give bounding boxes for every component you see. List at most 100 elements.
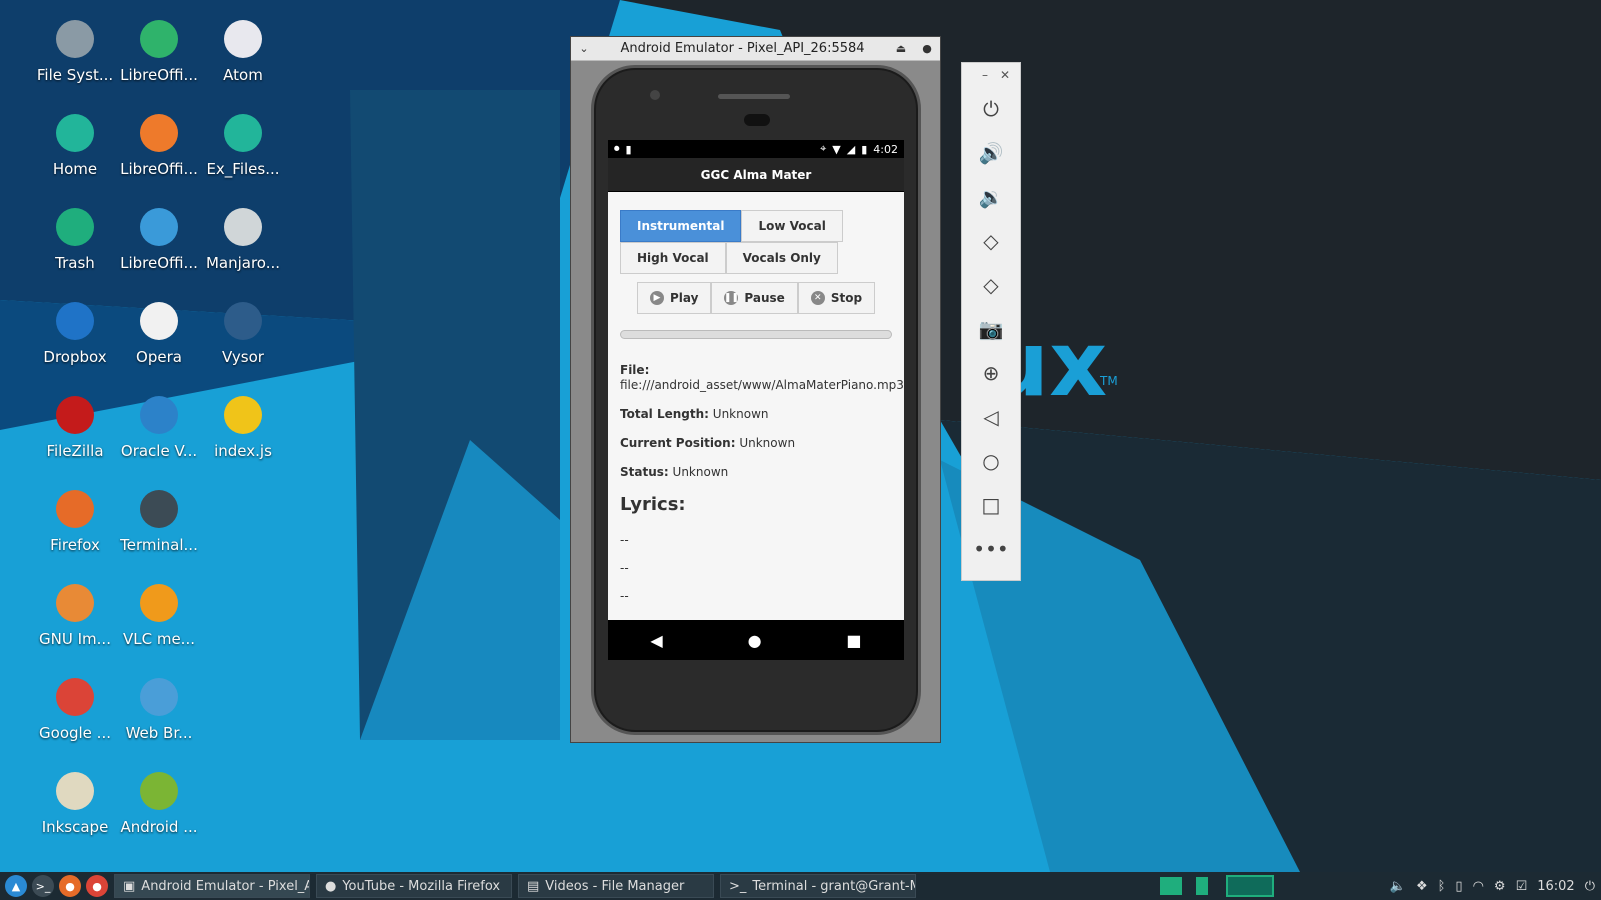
desktop-icon[interactable]: LibreOffi... bbox=[116, 114, 202, 200]
task-terminal[interactable]: >_ Terminal - grant@Grant-M... bbox=[720, 874, 916, 898]
desktop-icon[interactable]: LibreOffi... bbox=[116, 208, 202, 294]
speaker-grille bbox=[718, 94, 790, 99]
vlc-icon bbox=[140, 584, 178, 622]
screenshot-button[interactable]: 📷 bbox=[962, 307, 1020, 351]
tab-vocals-only[interactable]: Vocals Only bbox=[725, 242, 838, 274]
pause-button[interactable]: ❚❚ Pause bbox=[711, 282, 798, 314]
firefox-icon bbox=[56, 490, 94, 528]
current-position-field: Current Position: Unknown bbox=[620, 436, 892, 451]
desktop-icon[interactable]: Terminal... bbox=[116, 490, 202, 576]
desktop-icon[interactable]: Home bbox=[32, 114, 118, 200]
progress-bar[interactable] bbox=[620, 330, 892, 339]
position-label: Current Position: bbox=[620, 436, 736, 450]
emulator-window[interactable]: ⌄ Android Emulator - Pixel_API_26:5584 ⏏… bbox=[570, 36, 941, 743]
clipboard-icon[interactable]: ▯ bbox=[1455, 879, 1462, 894]
home-button[interactable]: ○ bbox=[962, 439, 1020, 483]
desktop-icon[interactable]: Ex_Files... bbox=[200, 114, 286, 200]
filezilla-icon bbox=[56, 396, 94, 434]
circle-icon[interactable]: ● bbox=[914, 42, 940, 55]
proximity-sensor bbox=[744, 114, 770, 126]
workspace-active-icon[interactable] bbox=[1226, 875, 1274, 897]
lyrics-line: -- bbox=[620, 561, 629, 575]
chevron-down-icon[interactable]: ⌄ bbox=[571, 42, 597, 55]
desktop-icon[interactable]: Atom bbox=[200, 20, 286, 106]
firefox-launcher-icon[interactable]: ● bbox=[59, 875, 81, 897]
desktop-icon[interactable]: index.js bbox=[200, 396, 286, 482]
desktop-icon-label: Inkscape bbox=[41, 818, 109, 836]
tab-instrumental[interactable]: Instrumental bbox=[620, 210, 742, 242]
task-android-emulator[interactable]: ▣ Android Emulator - Pixel_A... bbox=[114, 874, 310, 898]
firefox-task-icon: ● bbox=[325, 878, 337, 894]
rotate-right-icon: ◇ bbox=[983, 273, 999, 297]
power-button[interactable]: ⏻ bbox=[962, 87, 1020, 131]
stop-button[interactable]: ✕ Stop bbox=[797, 282, 876, 314]
desktop-icon[interactable]: Manjaro... bbox=[200, 208, 286, 294]
terminal-launcher-icon[interactable]: >_ bbox=[32, 875, 54, 897]
desktop-icon[interactable]: Firefox bbox=[32, 490, 118, 576]
writer-icon bbox=[140, 208, 178, 246]
desktop-icon-label: Ex_Files... bbox=[206, 160, 280, 178]
settings-toggle-icon bbox=[224, 208, 262, 246]
tab-row-1: Instrumental Low Vocal bbox=[620, 210, 892, 242]
desktop-icon-label: Vysor bbox=[222, 348, 264, 366]
desktop-icon[interactable]: Inkscape bbox=[32, 772, 118, 858]
rotate-right-button[interactable]: ◇ bbox=[962, 263, 1020, 307]
desktop-icon[interactable]: VLC me... bbox=[116, 584, 202, 670]
desktop-icon-label: Manjaro... bbox=[205, 254, 281, 272]
task-label: Videos - File Manager bbox=[545, 878, 685, 894]
desktop-icon[interactable]: Oracle V... bbox=[116, 396, 202, 482]
close-icon[interactable]: ✕ bbox=[1000, 68, 1010, 82]
desktop-icon[interactable]: Web Br... bbox=[116, 678, 202, 764]
workspace-2-icon[interactable] bbox=[1196, 877, 1208, 895]
play-button[interactable]: ▶ Play bbox=[636, 282, 712, 314]
desktop-icon[interactable]: LibreOffi... bbox=[116, 20, 202, 106]
back-icon[interactable]: ◀ bbox=[650, 631, 662, 650]
minimize-icon[interactable]: – bbox=[982, 68, 988, 82]
volume-up-button[interactable]: 🔊 bbox=[962, 131, 1020, 175]
recents-icon[interactable]: ■ bbox=[846, 631, 861, 650]
task-file-manager[interactable]: ▤ Videos - File Manager bbox=[518, 874, 714, 898]
chrome-launcher-icon[interactable]: ● bbox=[86, 875, 108, 897]
tab-low-vocal[interactable]: Low Vocal bbox=[741, 210, 843, 242]
volume-icon[interactable]: 🔈 bbox=[1390, 879, 1406, 894]
volume-down-button[interactable]: 🔉 bbox=[962, 175, 1020, 219]
task-youtube-firefox[interactable]: ● YouTube - Mozilla Firefox bbox=[316, 874, 512, 898]
logout-icon[interactable]: ⏻ bbox=[1585, 879, 1595, 894]
dropbox-tray-icon[interactable]: ❖ bbox=[1416, 879, 1428, 894]
stop-icon: ✕ bbox=[810, 291, 825, 305]
desktop-icon[interactable]: GNU Im... bbox=[32, 584, 118, 670]
rotate-left-button[interactable]: ◇ bbox=[962, 219, 1020, 263]
desktop-icon[interactable]: Vysor bbox=[200, 302, 286, 388]
eject-icon[interactable]: ⏏ bbox=[888, 42, 914, 55]
desktop-icon[interactable]: Trash bbox=[32, 208, 118, 294]
desktop-icon[interactable]: Android ... bbox=[116, 772, 202, 858]
wifi-icon: ▼ bbox=[832, 142, 841, 156]
tab-high-vocal[interactable]: High Vocal bbox=[620, 242, 726, 274]
bluetooth-icon[interactable]: ᛒ bbox=[1438, 879, 1446, 894]
zoom-button[interactable]: ⊕ bbox=[962, 351, 1020, 395]
pause-icon: ❚❚ bbox=[723, 291, 739, 305]
desktop-icon[interactable]: FileZilla bbox=[32, 396, 118, 482]
desktop-icon[interactable]: Google ... bbox=[32, 678, 118, 764]
more-button[interactable]: ••• bbox=[962, 527, 1020, 571]
globe-icon bbox=[140, 678, 178, 716]
wifi-tray-icon[interactable]: ◠ bbox=[1473, 879, 1484, 894]
desktop-icon[interactable]: Dropbox bbox=[32, 302, 118, 388]
app-content: Instrumental Low Vocal High Vocal Vocals… bbox=[608, 192, 904, 603]
desktop-icon[interactable]: Opera bbox=[116, 302, 202, 388]
settings-gear-icon[interactable]: ⚙ bbox=[1494, 879, 1506, 894]
update-check-icon[interactable]: ☑ bbox=[1516, 879, 1528, 894]
desktop-icon[interactable]: File Syst... bbox=[32, 20, 118, 106]
back-button[interactable]: ◁ bbox=[962, 395, 1020, 439]
chrome-icon bbox=[56, 678, 94, 716]
phone-screen[interactable]: ⏺ ▮ ⌖ ▼ ◢ ▮ 4:02 GGC Alma Mater Instrume… bbox=[608, 140, 904, 660]
arch-menu-icon[interactable]: ▲ bbox=[5, 875, 27, 897]
emulator-titlebar[interactable]: ⌄ Android Emulator - Pixel_API_26:5584 ⏏… bbox=[571, 37, 940, 61]
dropbox-icon bbox=[56, 302, 94, 340]
emulator-side-toolbar: – ✕ ⏻ 🔊 🔉 ◇ ◇ 📷 ⊕ ◁ ○ □ ••• bbox=[961, 62, 1021, 581]
status-label: Status: bbox=[620, 465, 669, 479]
workspace-1-icon[interactable] bbox=[1160, 877, 1182, 895]
overview-button[interactable]: □ bbox=[962, 483, 1020, 527]
desktop-icon-label: LibreOffi... bbox=[120, 254, 198, 272]
home-icon[interactable]: ● bbox=[748, 631, 762, 650]
